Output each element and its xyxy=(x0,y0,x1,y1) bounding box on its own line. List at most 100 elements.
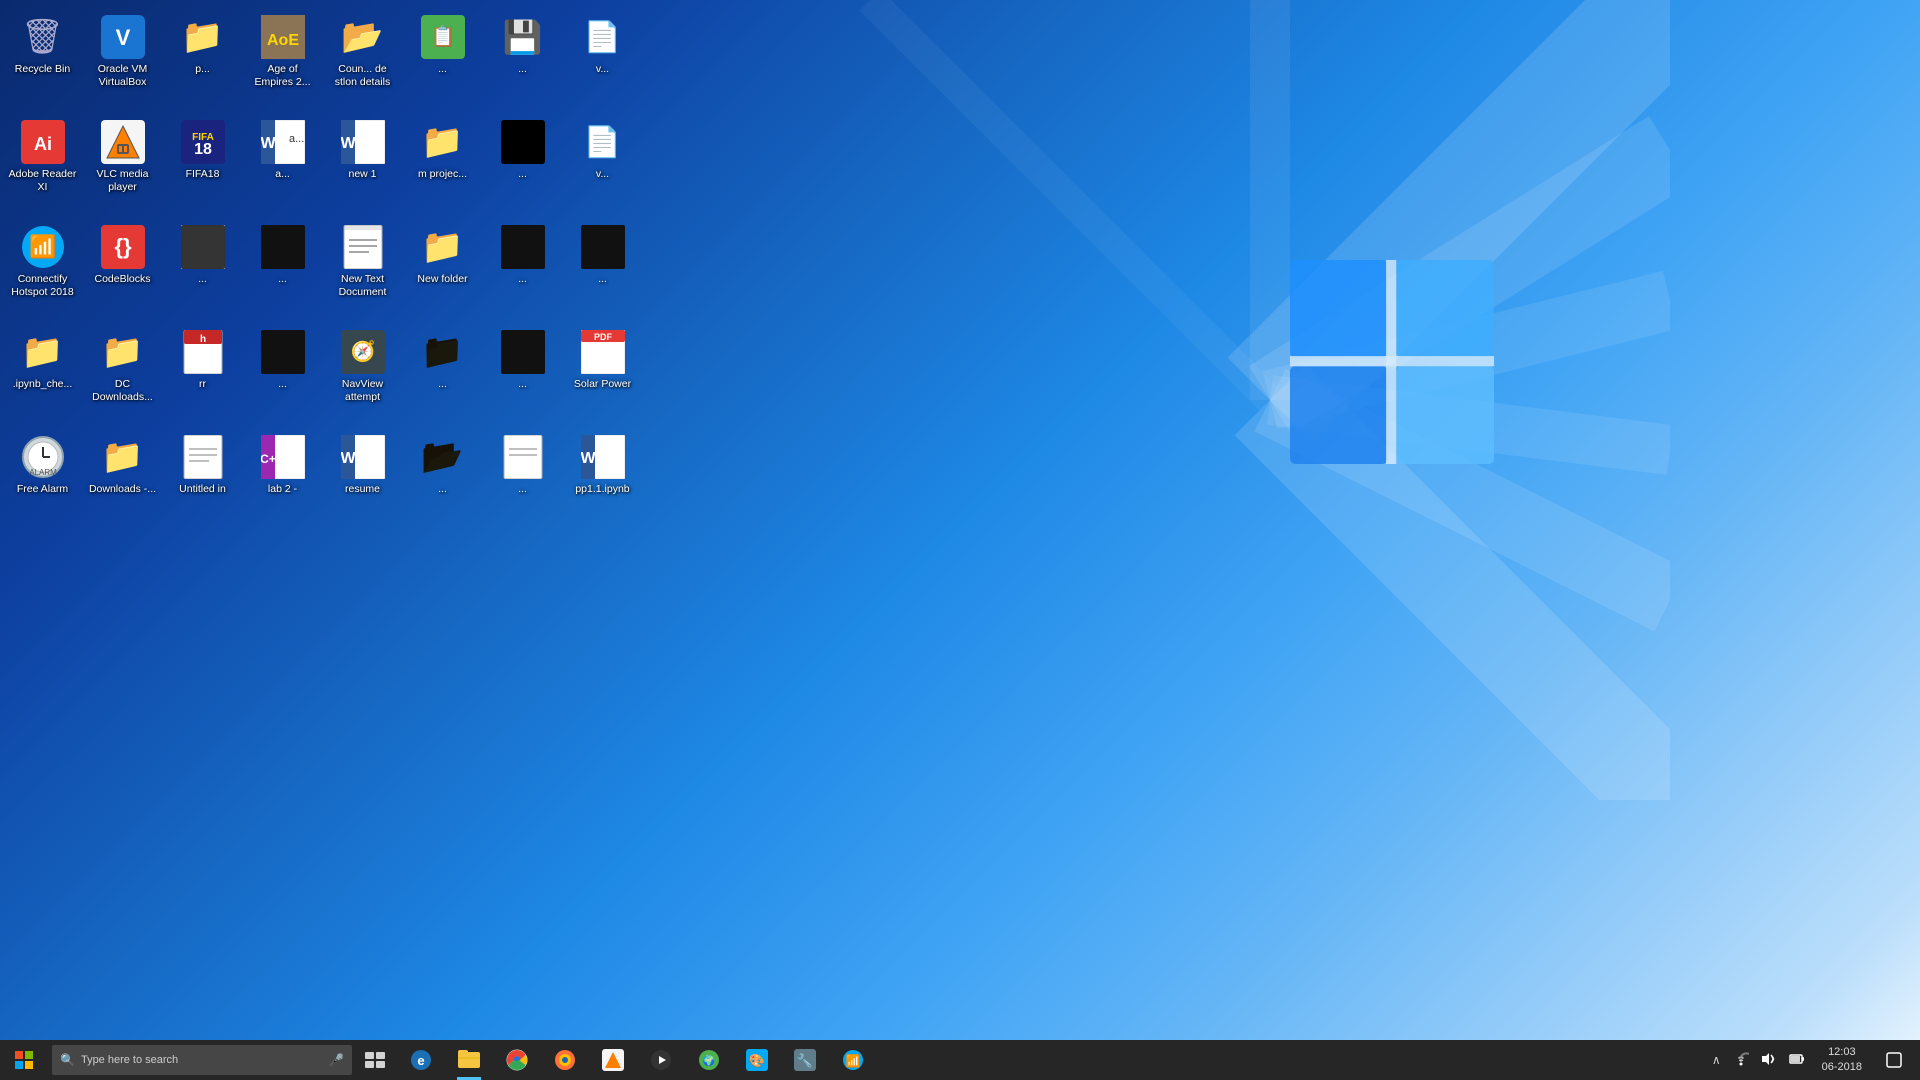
untitled-icon[interactable]: Untitled in xyxy=(165,430,240,520)
zip-blacked-icon[interactable]: ... xyxy=(485,220,560,310)
nanoscience-icon[interactable]: W pp1.1.ipynb xyxy=(565,430,640,520)
system-tray: ∧ 12:03 06-2018 xyxy=(1701,1040,1920,1080)
vlc-label: VLC media player xyxy=(88,168,157,193)
svg-text:ALARM: ALARM xyxy=(29,468,57,477)
v-doc-2-icon[interactable]: 📄 v... xyxy=(565,115,640,205)
navview-label: NavView attempt xyxy=(328,378,397,403)
icons-area: 🗑 Recycle Bin V Oracle VM VirtualBox 📁 p… xyxy=(0,0,700,1000)
taskbar-firefox-icon[interactable] xyxy=(542,1040,588,1080)
taskbar-media-icon[interactable] xyxy=(638,1040,684,1080)
svg-text:🌍: 🌍 xyxy=(703,1054,715,1067)
fifa18-icon[interactable]: FIFA18 FIFA18 xyxy=(165,115,240,205)
codeblocks-icon[interactable]: {} CodeBlocks xyxy=(85,220,160,310)
downloads-folder-icon[interactable]: 📁 Downloads -... xyxy=(85,430,160,520)
folder-p-label: p... xyxy=(195,63,210,76)
pp1-ipynb-img xyxy=(501,435,545,479)
untitled-img xyxy=(181,435,225,479)
new-text-document-icon[interactable]: New Text Document xyxy=(325,220,400,310)
floppy-label: ... xyxy=(518,63,527,76)
counter-details-img: 📂 xyxy=(341,15,385,59)
ipynb-folder-label: .ipynb_che... xyxy=(13,378,73,391)
oracle-vm-label: Oracle VM VirtualBox xyxy=(88,63,157,88)
new-folder-label: New folder xyxy=(417,273,467,286)
task-view-button[interactable] xyxy=(356,1040,394,1080)
recycle-bin-icon[interactable]: 🗑 Recycle Bin xyxy=(5,10,80,100)
new1-word-img: W xyxy=(341,120,385,164)
search-bar[interactable]: 🔍 Type here to search 🎤 xyxy=(52,1045,352,1075)
desktop: 🗑 Recycle Bin V Oracle VM VirtualBox 📁 p… xyxy=(0,0,1920,1040)
new1-word-icon[interactable]: W new 1 xyxy=(325,115,400,205)
taskbar-apps: e 🌍 🎨 🔧 xyxy=(394,1040,1051,1080)
taskbar-chrome-icon[interactable] xyxy=(494,1040,540,1080)
word-a-icon[interactable]: Wa... a... xyxy=(245,115,320,205)
folder-p-icon[interactable]: 📁 p... xyxy=(165,10,240,100)
taskbar-browser2-icon[interactable]: 🌍 xyxy=(686,1040,732,1080)
unknown-app-1-icon[interactable]: 📋 ... xyxy=(405,10,480,100)
svg-text:W: W xyxy=(261,135,276,152)
word-blacked-4-label: ... xyxy=(278,378,287,391)
floppy-icon[interactable]: 💾 ... xyxy=(485,10,560,100)
adobe-reader-icon[interactable]: Ai Adobe Reader XI xyxy=(5,115,80,205)
folder3-icon[interactable]: 📁 ... xyxy=(405,325,480,415)
word-blacked-5-icon[interactable]: ... xyxy=(485,325,560,415)
resume-icon[interactable]: W resume xyxy=(325,430,400,520)
counter-details-icon[interactable]: 📂 Coun... de stlon details xyxy=(325,10,400,100)
search-placeholder-text: Type here to search xyxy=(81,1054,329,1066)
lab2-cpp-label: lab 2 - xyxy=(268,483,297,496)
txt-blacked-icon[interactable]: ... xyxy=(165,220,240,310)
v-doc-1-img: 📄 xyxy=(581,15,625,59)
dc-downloads-img: 📁 xyxy=(101,330,145,374)
oracle-vm-icon[interactable]: V Oracle VM VirtualBox xyxy=(85,10,160,100)
clock-display[interactable]: 12:03 06-2018 xyxy=(1814,1040,1870,1080)
svg-text:C+: C+ xyxy=(261,452,276,466)
solar-power-icon[interactable]: PDF Solar Power xyxy=(565,325,640,415)
svg-text:18: 18 xyxy=(194,141,212,158)
new-folder-icon[interactable]: 📁 New folder xyxy=(405,220,480,310)
search-icon: 🔍 xyxy=(60,1053,75,1067)
tray-network-icon[interactable] xyxy=(1730,1050,1752,1071)
taskbar-paint-icon[interactable]: 🎨 xyxy=(734,1040,780,1080)
svg-text:W: W xyxy=(341,135,356,152)
free-alarm-icon[interactable]: ALARM Free Alarm xyxy=(5,430,80,520)
folder4-icon[interactable]: 📂 ... xyxy=(405,430,480,520)
pdf-blacked-img xyxy=(581,225,625,269)
taskbar: 🔍 Type here to search 🎤 e xyxy=(0,1040,1920,1080)
start-button[interactable] xyxy=(0,1040,48,1080)
svg-text:W: W xyxy=(581,450,596,467)
lab2-cpp-icon[interactable]: C+ lab 2 - xyxy=(245,430,320,520)
nanoscience-label: pp1.1.ipynb xyxy=(575,483,629,496)
pdf-blacked-icon[interactable]: ... xyxy=(565,220,640,310)
taskbar-tool-icon[interactable]: 🔧 xyxy=(782,1040,828,1080)
age-of-empires-icon[interactable]: AoE Age of Empires 2... xyxy=(245,10,320,100)
v-doc-1-icon[interactable]: 📄 v... xyxy=(565,10,640,100)
folder3-img: 📁 xyxy=(421,330,465,374)
nanoscience-img: W xyxy=(581,435,625,479)
navview-icon[interactable]: 🧭 NavView attempt xyxy=(325,325,400,415)
taskbar-wifi-icon[interactable]: 📶 xyxy=(830,1040,876,1080)
taskbar-explorer-icon[interactable] xyxy=(446,1040,492,1080)
connectify-label: Connectify Hotspot 2018 xyxy=(8,273,77,298)
connectify-icon[interactable]: 📶 Connectify Hotspot 2018 xyxy=(5,220,80,310)
recycle-bin-label: Recycle Bin xyxy=(15,63,70,76)
pp1-ipynb-icon[interactable]: ... xyxy=(485,430,560,520)
blacked-file-1-icon[interactable]: ... xyxy=(485,115,560,205)
vlc-icon[interactable]: VLC media player xyxy=(85,115,160,205)
tray-volume-icon[interactable] xyxy=(1758,1050,1780,1071)
new1-word-label: new 1 xyxy=(348,168,376,181)
word-blacked-icon[interactable]: ... xyxy=(245,220,320,310)
show-hidden-icons-button[interactable]: ∧ xyxy=(1709,1050,1724,1070)
windows-logo-bg xyxy=(670,0,1670,800)
notification-center-button[interactable] xyxy=(1876,1040,1912,1080)
tray-battery-icon[interactable] xyxy=(1786,1050,1808,1071)
folder-mproject-icon[interactable]: 📁 m projec... xyxy=(405,115,480,205)
h-file-icon[interactable]: h rr xyxy=(165,325,240,415)
taskbar-vlc-icon[interactable] xyxy=(590,1040,636,1080)
svg-text:e: e xyxy=(417,1053,424,1068)
word-a-label: a... xyxy=(275,168,290,181)
windows-start-icon xyxy=(15,1051,33,1069)
taskbar-ie-icon[interactable]: e xyxy=(398,1040,444,1080)
dc-downloads-icon[interactable]: 📁 DC Downloads... xyxy=(85,325,160,415)
word-blacked-4-img xyxy=(261,330,305,374)
ipynb-folder-icon[interactable]: 📁 .ipynb_che... xyxy=(5,325,80,415)
word-blacked-4-icon[interactable]: ... xyxy=(245,325,320,415)
